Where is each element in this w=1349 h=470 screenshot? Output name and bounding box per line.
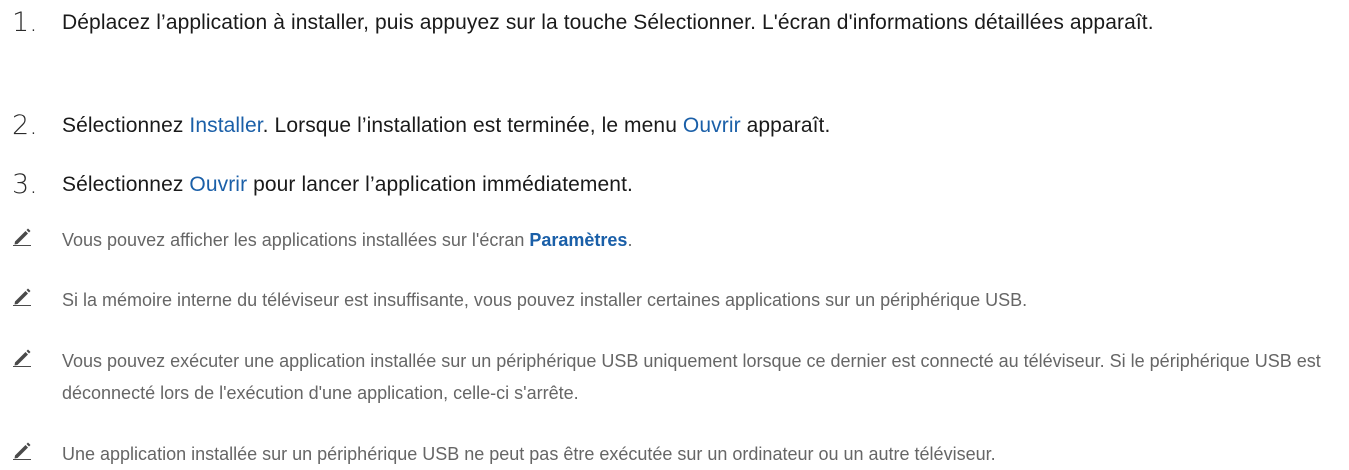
- step-number: 2.: [12, 110, 38, 141]
- open-link[interactable]: Ouvrir: [683, 114, 741, 137]
- note-text: Vous pouvez afficher les applications in…: [62, 224, 1342, 256]
- settings-link[interactable]: Paramètres: [529, 230, 627, 250]
- note-text: Une application installée sur un périphé…: [62, 444, 996, 464]
- step-text-part: . Lorsque l’installation est terminée, l…: [262, 114, 683, 137]
- note-text-part: .: [627, 230, 633, 250]
- step-text: Sélectionnez Installer. Lorsque l’instal…: [62, 109, 1332, 143]
- pencil-icon: [13, 228, 31, 246]
- step-text-part: pour lancer l’application immédiatement.: [247, 173, 633, 196]
- step-number: 3.: [12, 169, 38, 200]
- install-link[interactable]: Installer: [189, 114, 262, 137]
- pencil-icon: [13, 288, 31, 306]
- note-text-part: Vous pouvez afficher les applications in…: [62, 230, 530, 250]
- pencil-icon: [13, 349, 31, 367]
- pencil-icon: [13, 442, 31, 460]
- note-text: Vous pouvez exécuter une application ins…: [62, 351, 1321, 403]
- step-text-part: Sélectionnez: [62, 114, 190, 137]
- step-text-part: Sélectionnez: [62, 173, 190, 196]
- step-text: Déplacez l’application à installer, puis…: [62, 11, 1154, 34]
- step-text-part: apparaît.: [740, 114, 831, 137]
- open-link[interactable]: Ouvrir: [189, 173, 247, 196]
- note-text: Si la mémoire interne du téléviseur est …: [62, 290, 1028, 310]
- step-text: Sélectionnez Ouvrir pour lancer l’applic…: [62, 168, 1332, 202]
- step-number: 1.: [12, 7, 38, 38]
